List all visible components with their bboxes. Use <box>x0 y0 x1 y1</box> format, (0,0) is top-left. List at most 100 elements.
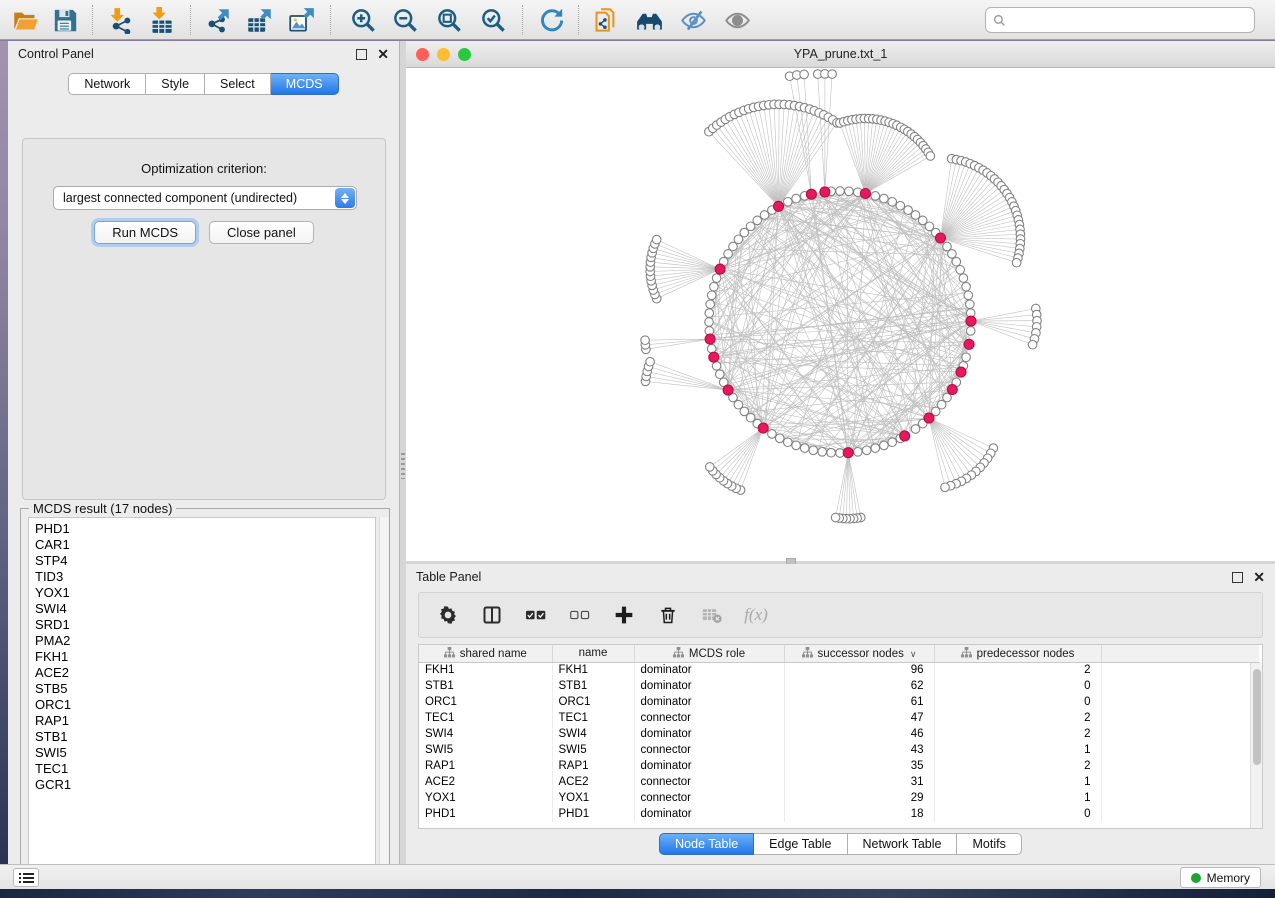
network-view-titlebar[interactable]: YPA_prune.txt_1 <box>406 41 1275 68</box>
close-icon[interactable]: ✕ <box>1253 572 1265 583</box>
table-scrollbar[interactable] <box>1250 663 1262 828</box>
table-cell[interactable]: dominator <box>634 758 784 774</box>
table-cell[interactable]: dominator <box>634 662 784 678</box>
select-all-checkboxes-icon[interactable] <box>525 604 547 626</box>
import-table-icon[interactable] <box>148 7 175 34</box>
mcds-result-item[interactable]: TID3 <box>35 569 375 585</box>
table-cell[interactable]: RAP1 <box>419 758 552 774</box>
mcds-result-item[interactable]: STB5 <box>35 681 375 697</box>
mcds-result-item[interactable]: ORC1 <box>35 697 375 713</box>
mcds-result-item[interactable]: CAR1 <box>35 537 375 553</box>
table-cell[interactable]: connector <box>634 710 784 726</box>
open-file-icon[interactable] <box>12 7 39 34</box>
table-cell[interactable]: 0 <box>934 694 1101 710</box>
mcds-result-item[interactable]: STB1 <box>35 729 375 745</box>
float-window-icon[interactable] <box>356 49 367 60</box>
column-header-name[interactable]: name <box>552 645 634 662</box>
table-cell[interactable]: 1 <box>934 790 1101 806</box>
save-session-icon[interactable] <box>52 7 79 34</box>
close-icon[interactable]: ✕ <box>377 49 389 60</box>
table-row[interactable]: ACE2ACE2connector311 <box>419 774 1259 790</box>
network-graph[interactable] <box>406 68 1275 560</box>
mcds-result-item[interactable]: FKH1 <box>35 649 375 665</box>
table-cell[interactable]: PHD1 <box>419 806 552 822</box>
table-cell[interactable]: YOX1 <box>419 790 552 806</box>
table-cell[interactable]: 0 <box>934 806 1101 822</box>
table-cell[interactable]: dominator <box>634 678 784 694</box>
table-cell[interactable]: dominator <box>634 694 784 710</box>
run-mcds-button[interactable]: Run MCDS <box>94 221 196 244</box>
tab-motifs[interactable]: Motifs <box>957 833 1021 855</box>
show-graphics-icon[interactable] <box>724 7 751 34</box>
table-cell[interactable]: 2 <box>934 710 1101 726</box>
minimize-window-icon[interactable] <box>437 48 450 61</box>
deselect-all-checkboxes-icon[interactable] <box>569 604 591 626</box>
float-window-icon[interactable] <box>1232 572 1243 583</box>
search-network-icon[interactable] <box>636 7 663 34</box>
table-cell[interactable]: ACE2 <box>552 774 634 790</box>
table-cell[interactable]: ORC1 <box>419 694 552 710</box>
maximize-window-icon[interactable] <box>458 48 471 61</box>
mcds-result-item[interactable]: SWI5 <box>35 745 375 761</box>
table-cell[interactable]: 2 <box>934 758 1101 774</box>
export-network-icon[interactable] <box>204 7 231 34</box>
export-table-icon[interactable] <box>246 7 273 34</box>
scrollbar-thumb[interactable] <box>1253 669 1261 765</box>
search-input[interactable] <box>1011 13 1254 27</box>
table-cell[interactable]: TEC1 <box>419 710 552 726</box>
tab-mcds[interactable]: MCDS <box>271 73 339 95</box>
table-cell[interactable]: 43 <box>784 742 934 758</box>
table-cell[interactable]: dominator <box>634 806 784 822</box>
task-history-button[interactable] <box>13 868 39 887</box>
table-cell[interactable]: 96 <box>784 662 934 678</box>
mcds-result-item[interactable]: YOX1 <box>35 585 375 601</box>
zoom-in-icon[interactable] <box>350 7 377 34</box>
mcds-result-list[interactable]: PHD1CAR1STP4TID3YOX1SWI4SRD1PMA2FKH1ACE2… <box>28 517 376 870</box>
close-panel-button[interactable]: Close panel <box>209 221 314 244</box>
table-options-gear-icon[interactable] <box>437 604 459 626</box>
mcds-result-item[interactable]: GCR1 <box>35 777 375 793</box>
table-row[interactable]: YOX1YOX1connector291 <box>419 790 1259 806</box>
export-image-icon[interactable] <box>288 7 315 34</box>
table-cell[interactable]: STB1 <box>552 678 634 694</box>
table-cell[interactable]: 18 <box>784 806 934 822</box>
table-cell[interactable]: 1 <box>934 774 1101 790</box>
table-cell[interactable]: connector <box>634 790 784 806</box>
mcds-result-item[interactable]: PHD1 <box>35 521 375 537</box>
table-cell[interactable]: 29 <box>784 790 934 806</box>
zoom-fit-icon[interactable] <box>436 7 463 34</box>
table-row[interactable]: STB1STB1dominator620 <box>419 678 1259 694</box>
zoom-selected-icon[interactable] <box>480 7 507 34</box>
show-columns-icon[interactable] <box>481 604 503 626</box>
optimization-criterion-select[interactable]: largest connected component (undirected) <box>53 186 357 210</box>
table-row[interactable]: SWI5SWI5connector431 <box>419 742 1259 758</box>
memory-button[interactable]: Memory <box>1180 867 1261 888</box>
mcds-result-item[interactable]: SWI4 <box>35 601 375 617</box>
table-cell[interactable]: connector <box>634 742 784 758</box>
table-cell[interactable]: connector <box>634 774 784 790</box>
table-cell[interactable]: STB1 <box>419 678 552 694</box>
tab-style[interactable]: Style <box>146 73 205 95</box>
table-row[interactable]: TEC1TEC1connector472 <box>419 710 1259 726</box>
hide-graphics-icon[interactable] <box>680 7 707 34</box>
table-row[interactable]: SWI4SWI4dominator462 <box>419 726 1259 742</box>
mcds-result-item[interactable]: ACE2 <box>35 665 375 681</box>
table-cell[interactable]: ORC1 <box>552 694 634 710</box>
table-cell[interactable]: 46 <box>784 726 934 742</box>
table-cell[interactable]: 47 <box>784 710 934 726</box>
table-row[interactable]: RAP1RAP1dominator352 <box>419 758 1259 774</box>
mcds-result-item[interactable]: PMA2 <box>35 633 375 649</box>
table-cell[interactable]: SWI5 <box>419 742 552 758</box>
splitter-grip[interactable] <box>401 453 405 479</box>
mcds-result-item[interactable]: SRD1 <box>35 617 375 633</box>
table-cell[interactable]: 61 <box>784 694 934 710</box>
table-cell[interactable]: 1 <box>934 742 1101 758</box>
refresh-layout-icon[interactable] <box>538 7 565 34</box>
close-window-icon[interactable] <box>416 48 429 61</box>
table-row[interactable]: PHD1PHD1dominator180 <box>419 806 1259 822</box>
table-row[interactable]: FKH1FKH1dominator962 <box>419 662 1259 678</box>
delete-column-icon[interactable] <box>657 604 679 626</box>
table-cell[interactable]: 2 <box>934 726 1101 742</box>
tab-select[interactable]: Select <box>205 73 271 95</box>
table-cell[interactable]: FKH1 <box>419 662 552 678</box>
